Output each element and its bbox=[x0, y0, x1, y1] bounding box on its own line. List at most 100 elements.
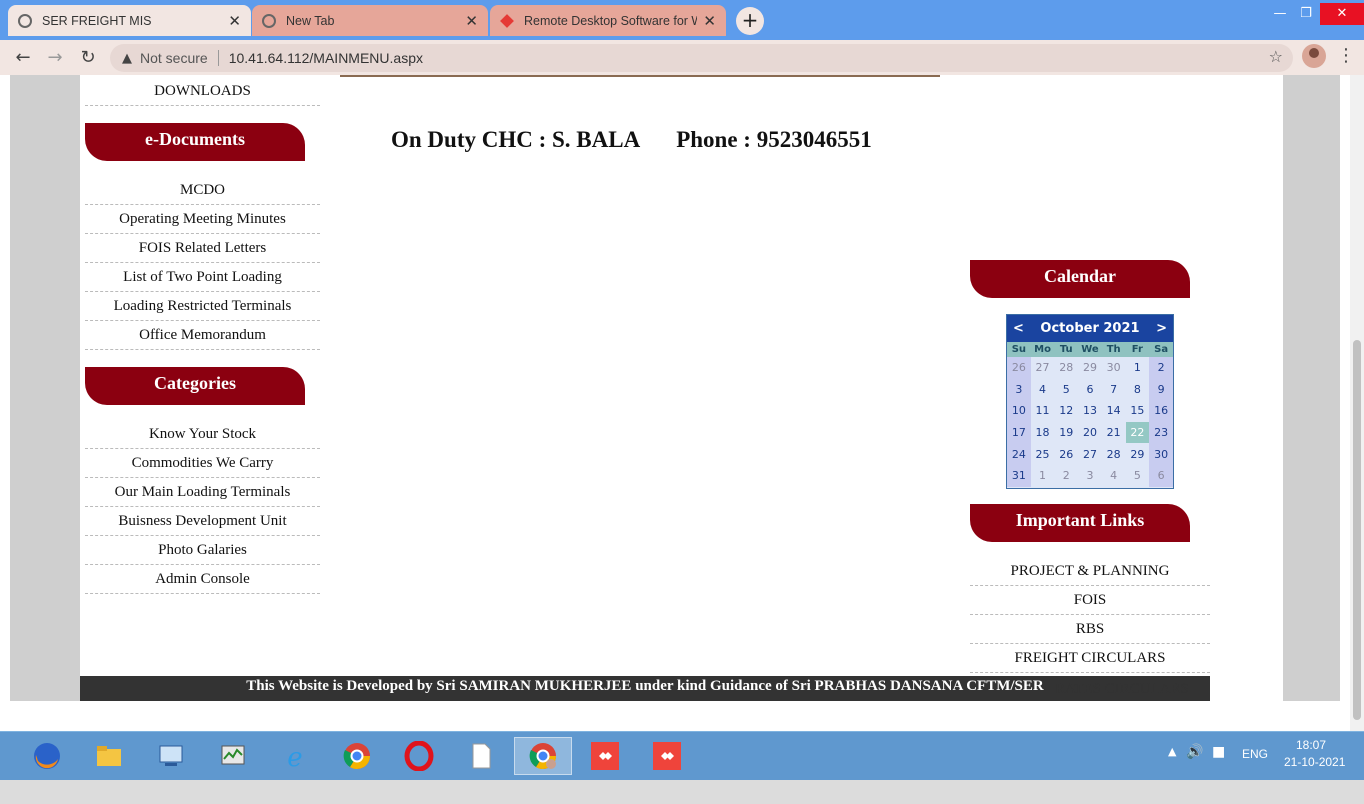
calendar-weekday: We bbox=[1078, 342, 1102, 357]
menu-link-mcdo[interactable]: MCDO bbox=[85, 176, 320, 205]
taskbar-chrome-active[interactable] bbox=[514, 737, 572, 775]
scrollbar-thumb[interactable] bbox=[1353, 340, 1361, 720]
calendar-day[interactable]: 11 bbox=[1031, 400, 1055, 422]
calendar-day[interactable]: 31 bbox=[1007, 464, 1031, 487]
tray-show-hidden-icon[interactable]: ▲ bbox=[1168, 745, 1176, 794]
reload-button[interactable]: ↻ bbox=[75, 45, 101, 71]
back-button[interactable]: ← bbox=[10, 45, 36, 71]
menu-link-photo-galleries[interactable]: Photo Galaries bbox=[85, 536, 320, 565]
menu-kebab-icon[interactable]: ⋮ bbox=[1337, 44, 1355, 68]
menu-link-downloads[interactable]: DOWNLOADS bbox=[85, 77, 320, 106]
taskbar-anydesk-1[interactable] bbox=[586, 737, 624, 775]
calendar-day-selected[interactable]: 22 bbox=[1125, 421, 1150, 444]
calendar-day[interactable]: 18 bbox=[1031, 422, 1055, 444]
calendar-day[interactable]: 29 bbox=[1126, 443, 1150, 465]
calendar-week-row: 17 18 19 20 21 22 23 bbox=[1007, 421, 1173, 444]
network-icon[interactable]: ■ bbox=[1212, 744, 1225, 793]
task-manager-icon bbox=[221, 745, 245, 765]
calendar-day[interactable]: 3 bbox=[1078, 465, 1102, 487]
menu-link-know-your-stock[interactable]: Know Your Stock bbox=[85, 420, 320, 449]
link-project-planning[interactable]: PROJECT & PLANNING bbox=[970, 557, 1210, 586]
calendar-day[interactable]: 29 bbox=[1078, 357, 1102, 379]
calendar-day[interactable]: 30 bbox=[1102, 357, 1126, 379]
link-freight-circulars[interactable]: FREIGHT CIRCULARS bbox=[970, 644, 1210, 673]
bookmark-star-icon[interactable]: ☆ bbox=[1269, 47, 1283, 66]
menu-link-operating-meeting-minutes[interactable]: Operating Meeting Minutes bbox=[85, 205, 320, 234]
tab-new-tab[interactable]: New Tab ✕ bbox=[252, 5, 488, 36]
calendar-day[interactable]: 10 bbox=[1007, 400, 1031, 422]
calendar-day[interactable]: 21 bbox=[1102, 422, 1126, 444]
calendar-day[interactable]: 13 bbox=[1078, 400, 1102, 422]
calendar-day[interactable]: 4 bbox=[1102, 465, 1126, 487]
menu-link-loading-restricted[interactable]: Loading Restricted Terminals bbox=[85, 292, 320, 321]
calendar-day[interactable]: 2 bbox=[1054, 465, 1078, 487]
tab-remote-desktop[interactable]: Remote Desktop Software for Wi ✕ bbox=[490, 5, 726, 36]
forward-button[interactable]: → bbox=[42, 45, 68, 71]
calendar-day[interactable]: 15 bbox=[1126, 400, 1150, 422]
link-rates-circulars[interactable]: RATES CIRCULARS bbox=[1055, 679, 1189, 699]
taskbar-control-panel[interactable] bbox=[152, 737, 190, 775]
language-indicator[interactable]: ENG bbox=[1242, 747, 1268, 796]
taskbar-firefox[interactable] bbox=[28, 737, 66, 775]
page-scrollbar[interactable] bbox=[1350, 75, 1364, 731]
calendar-day[interactable]: 30 bbox=[1149, 443, 1173, 465]
calendar-day[interactable]: 4 bbox=[1031, 379, 1055, 401]
calendar-next-month[interactable]: > bbox=[1156, 321, 1167, 336]
calendar-day[interactable]: 2 bbox=[1149, 357, 1173, 379]
calendar-weekday: Tu bbox=[1054, 342, 1079, 357]
calendar-day[interactable]: 19 bbox=[1054, 422, 1078, 444]
menu-link-fois-letters[interactable]: FOIS Related Letters bbox=[85, 234, 320, 263]
tab-ser-freight-mis[interactable]: SER FREIGHT MIS ✕ bbox=[8, 5, 251, 36]
menu-link-two-point-loading[interactable]: List of Two Point Loading bbox=[85, 263, 320, 292]
calendar-day[interactable]: 16 bbox=[1149, 400, 1173, 422]
calendar-day[interactable]: 7 bbox=[1102, 379, 1126, 401]
calendar-prev-month[interactable]: < bbox=[1013, 321, 1024, 336]
volume-icon[interactable]: 🔊 bbox=[1186, 744, 1203, 793]
close-tab-icon[interactable]: ✕ bbox=[703, 12, 716, 30]
link-fois[interactable]: FOIS bbox=[970, 586, 1210, 615]
calendar-day[interactable]: 12 bbox=[1054, 400, 1078, 422]
menu-link-commodities[interactable]: Commodities We Carry bbox=[85, 449, 320, 478]
taskbar-notepad[interactable] bbox=[462, 737, 500, 775]
taskbar-anydesk-2[interactable] bbox=[648, 737, 686, 775]
calendar-day[interactable]: 25 bbox=[1031, 443, 1055, 465]
taskbar-opera[interactable] bbox=[400, 737, 438, 775]
menu-link-business-development[interactable]: Buisness Development Unit bbox=[85, 507, 320, 536]
calendar-day[interactable]: 8 bbox=[1126, 379, 1150, 401]
calendar-day[interactable]: 23 bbox=[1149, 421, 1173, 444]
calendar-day[interactable]: 26 bbox=[1007, 357, 1031, 379]
link-rbs[interactable]: RBS bbox=[970, 615, 1210, 644]
calendar-day[interactable]: 5 bbox=[1054, 379, 1078, 401]
close-tab-icon[interactable]: ✕ bbox=[465, 12, 478, 30]
taskbar-chrome[interactable] bbox=[338, 737, 376, 775]
new-tab-button[interactable]: + bbox=[736, 7, 764, 35]
taskbar-internet-explorer[interactable]: e bbox=[276, 737, 314, 775]
calendar-day[interactable]: 6 bbox=[1149, 464, 1173, 487]
notepad-icon bbox=[472, 743, 491, 769]
calendar-day[interactable]: 26 bbox=[1054, 443, 1078, 465]
url-bar[interactable]: ▲ Not secure 10.41.64.112/MAINMENU.aspx … bbox=[110, 44, 1293, 72]
calendar-day[interactable]: 14 bbox=[1102, 400, 1126, 422]
calendar-day[interactable]: 3 bbox=[1007, 378, 1031, 401]
calendar-day[interactable]: 1 bbox=[1126, 357, 1150, 379]
calendar-day[interactable]: 6 bbox=[1078, 379, 1102, 401]
calendar-day[interactable]: 27 bbox=[1031, 357, 1055, 379]
calendar-day[interactable]: 17 bbox=[1007, 421, 1031, 444]
menu-link-loading-terminals[interactable]: Our Main Loading Terminals bbox=[85, 478, 320, 507]
taskbar-task-manager[interactable] bbox=[214, 737, 252, 775]
menu-link-admin-console[interactable]: Admin Console bbox=[85, 565, 320, 594]
close-window-button[interactable]: ✕ bbox=[1320, 3, 1364, 25]
close-tab-icon[interactable]: ✕ bbox=[228, 12, 241, 30]
menu-link-office-memorandum[interactable]: Office Memorandum bbox=[85, 321, 320, 350]
profile-avatar-icon[interactable] bbox=[1302, 44, 1326, 68]
anydesk-icon bbox=[500, 13, 514, 28]
calendar-day[interactable]: 28 bbox=[1102, 443, 1126, 465]
calendar-day[interactable]: 5 bbox=[1126, 465, 1150, 487]
calendar-day[interactable]: 24 bbox=[1007, 443, 1031, 465]
calendar-day[interactable]: 1 bbox=[1031, 465, 1055, 487]
taskbar-file-explorer[interactable] bbox=[90, 737, 128, 775]
calendar-day[interactable]: 9 bbox=[1149, 378, 1173, 401]
calendar-day[interactable]: 28 bbox=[1054, 357, 1078, 379]
calendar-day[interactable]: 20 bbox=[1078, 422, 1102, 444]
calendar-day[interactable]: 27 bbox=[1078, 443, 1102, 465]
